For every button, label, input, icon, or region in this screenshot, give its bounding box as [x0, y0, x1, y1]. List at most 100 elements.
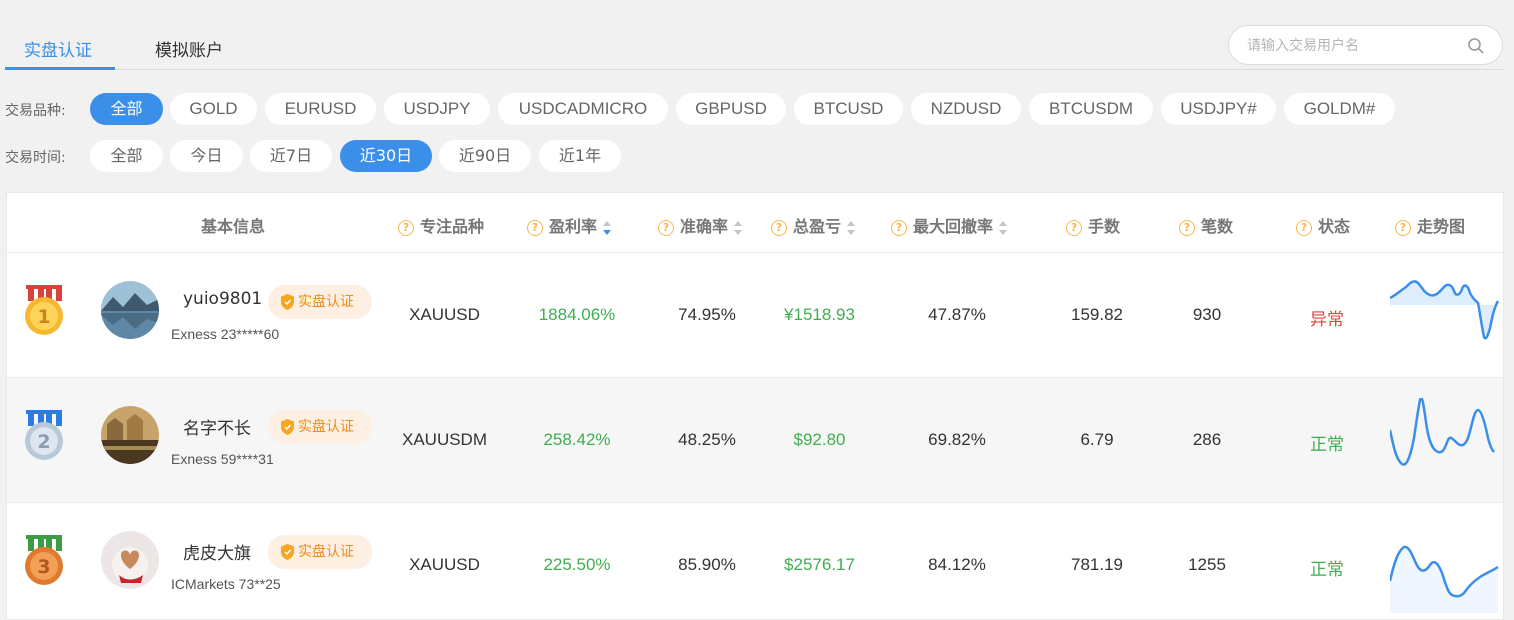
- status-label: 异常: [1310, 310, 1344, 330]
- help-icon[interactable]: ?: [1066, 220, 1082, 236]
- table-row[interactable]: 3 虎皮大旗 实盘认证 ICMarkets 73**25 XAUUSD 225.…: [7, 503, 1503, 620]
- help-icon[interactable]: ?: [398, 220, 414, 236]
- time-pill-all[interactable]: 全部: [90, 140, 163, 172]
- lots: 6.79: [1080, 430, 1114, 449]
- help-icon[interactable]: ?: [527, 220, 543, 236]
- gold-medal-icon: 1: [25, 285, 63, 335]
- symbol-pill-btcusd[interactable]: BTCUSD: [794, 93, 903, 125]
- search-box: [1228, 25, 1503, 65]
- total-pnl: $92.80: [793, 430, 846, 449]
- rank-number: 1: [37, 306, 50, 328]
- time-pill-30d[interactable]: 近30日: [340, 140, 432, 172]
- header-status: ? 状态: [1296, 213, 1350, 237]
- user-name[interactable]: 虎皮大旗: [183, 539, 251, 564]
- focus-symbol: XAUUSDM: [401, 430, 487, 449]
- total-pnl: ¥1518.93: [784, 305, 855, 324]
- trades: 286: [1192, 430, 1222, 449]
- help-icon[interactable]: ?: [1296, 220, 1312, 236]
- focus-symbol: XAUUSD: [409, 555, 480, 574]
- broker-account: Exness 23*****60: [171, 326, 280, 342]
- shield-icon: [281, 544, 294, 560]
- time-pill-90d[interactable]: 近90日: [439, 140, 531, 172]
- total-pnl: $2576.17: [784, 555, 855, 574]
- symbol-pill-gbpusd[interactable]: GBPUSD: [676, 93, 786, 125]
- shield-icon: [281, 419, 294, 435]
- rank-number: 2: [37, 431, 50, 453]
- symbol-filter-label: 交易品种:: [5, 103, 66, 119]
- verified-badge: 实盘认证: [268, 535, 372, 569]
- shield-icon: [281, 294, 294, 310]
- symbol-pill-all[interactable]: 全部: [90, 93, 163, 125]
- trend-chart[interactable]: [1390, 273, 1502, 363]
- verified-badge: 实盘认证: [268, 410, 372, 444]
- user-name[interactable]: yuio9801: [183, 289, 262, 309]
- tab-demo-account[interactable]: 模拟账户: [155, 36, 223, 61]
- avatar[interactable]: [101, 406, 159, 464]
- broker-account: ICMarkets 73**25: [171, 576, 281, 592]
- table-row[interactable]: 1 yuio9801 实盘认证 Exness 23*****60 XAUUSD …: [7, 253, 1503, 378]
- table-row[interactable]: 2 名字不长 实盘认证 Exness 59****31 XAUUSDM 258.…: [7, 378, 1503, 503]
- symbol-pill-nzdusd[interactable]: NZDUSD: [911, 93, 1021, 125]
- symbol-pill-usdjpy[interactable]: USDJPY: [384, 93, 490, 125]
- trades: 1255: [1188, 555, 1226, 574]
- max-drawdown: 84.12%: [928, 555, 986, 574]
- header-accuracy[interactable]: ? 准确率: [658, 213, 743, 237]
- profit-rate: 1884.06%: [538, 305, 616, 324]
- help-icon[interactable]: ?: [891, 220, 907, 236]
- symbol-pill-btcusdm[interactable]: BTCUSDM: [1029, 93, 1153, 125]
- search-input[interactable]: [1247, 35, 1462, 57]
- silver-medal-icon: 2: [25, 410, 63, 460]
- ranking-table: 基本信息 ? 专注品种 ? 盈利率 ? 准确率 ? 总盈亏 ? 最大回撤率 ? 手数 ? 笔数…: [6, 192, 1504, 620]
- header-total-pnl[interactable]: ? 总盈亏: [771, 213, 856, 237]
- verified-badge: 实盘认证: [268, 285, 372, 319]
- max-drawdown: 47.87%: [928, 305, 986, 324]
- header-trades: ? 笔数: [1179, 213, 1233, 237]
- help-icon[interactable]: ?: [1179, 220, 1195, 236]
- sort-icon[interactable]: [603, 220, 612, 235]
- help-icon[interactable]: ?: [1395, 220, 1411, 236]
- symbol-pill-usdcadmicro[interactable]: USDCADMICRO: [498, 93, 668, 125]
- profit-rate: 258.42%: [543, 430, 611, 449]
- time-pill-1y[interactable]: 近1年: [539, 140, 621, 172]
- header-lots: ? 手数: [1066, 213, 1120, 237]
- time-pill-today[interactable]: 今日: [170, 140, 243, 172]
- header-basic-info: 基本信息: [201, 217, 266, 236]
- status-label: 正常: [1310, 435, 1344, 455]
- profit-rate: 225.50%: [543, 555, 611, 574]
- symbol-pill-goldm-hash[interactable]: GOLDM#: [1284, 93, 1395, 125]
- max-drawdown: 69.82%: [928, 430, 986, 449]
- help-icon[interactable]: ?: [658, 220, 674, 236]
- broker-account: Exness 59****31: [171, 451, 274, 467]
- user-name[interactable]: 名字不长: [183, 414, 251, 439]
- avatar[interactable]: [101, 281, 159, 339]
- accuracy: 74.95%: [678, 305, 736, 324]
- trend-chart[interactable]: [1390, 398, 1502, 488]
- trend-chart[interactable]: [1390, 523, 1502, 613]
- header-profit-rate[interactable]: ? 盈利率: [527, 213, 612, 237]
- trades: 930: [1192, 305, 1222, 324]
- sort-icon[interactable]: [734, 220, 743, 235]
- status-label: 正常: [1310, 560, 1344, 580]
- lots: 159.82: [1071, 305, 1123, 324]
- bronze-medal-icon: 3: [25, 535, 63, 585]
- avatar[interactable]: [101, 531, 159, 589]
- table-header: 基本信息 ? 专注品种 ? 盈利率 ? 准确率 ? 总盈亏 ? 最大回撤率 ? 手数 ? 笔数…: [7, 193, 1503, 253]
- rank-number: 3: [37, 556, 50, 578]
- accuracy: 85.90%: [678, 555, 736, 574]
- symbol-pill-eurusd[interactable]: EURUSD: [265, 93, 376, 125]
- accuracy: 48.25%: [678, 430, 736, 449]
- time-filter-label: 交易时间:: [5, 150, 66, 166]
- symbol-pill-gold[interactable]: GOLD: [170, 93, 257, 125]
- time-pill-7d[interactable]: 近7日: [250, 140, 332, 172]
- search-icon[interactable]: [1467, 37, 1485, 55]
- header-trend: ? 走势图: [1395, 213, 1465, 237]
- sort-icon[interactable]: [999, 220, 1008, 235]
- header-max-drawdown[interactable]: ? 最大回撤率: [891, 213, 1008, 237]
- help-icon[interactable]: ?: [771, 220, 787, 236]
- lots: 781.19: [1071, 555, 1123, 574]
- symbol-pill-usdjpy-hash[interactable]: USDJPY#: [1161, 93, 1276, 125]
- active-tab-indicator: [5, 67, 115, 70]
- sort-icon[interactable]: [847, 220, 856, 235]
- tab-live-verified[interactable]: 实盘认证: [24, 36, 92, 61]
- header-symbol: ? 专注品种: [398, 213, 484, 237]
